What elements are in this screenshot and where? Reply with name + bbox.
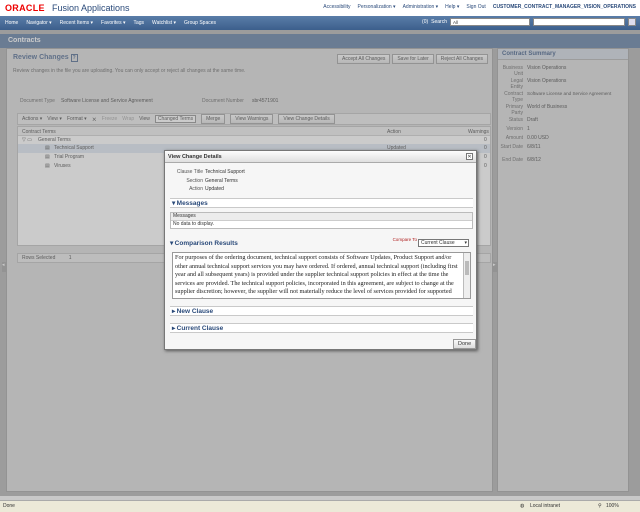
navigation-bar: Home Navigator ▾ Recent Items ▾ Favorite… [0, 16, 640, 30]
clause-title-value: Technical Support [205, 169, 245, 175]
top-bar: ORACLE Fusion Applications Accessibility… [0, 0, 640, 16]
messages-header[interactable]: ▾ Messages [170, 198, 473, 208]
nav-favorites[interactable]: Favorites ▾ [101, 20, 125, 26]
nav-items: Home Navigator ▾ Recent Items ▾ Favorite… [5, 20, 216, 26]
search-scope-select[interactable]: All [450, 18, 530, 26]
global-links: Accessibility Personalization ▾ Administ… [323, 4, 636, 10]
comparison-text-box[interactable]: For purposes of the ordering document, t… [172, 252, 471, 299]
oracle-logo: ORACLE [5, 3, 45, 13]
nav-tags[interactable]: Tags [133, 20, 144, 26]
messages-column-header: Messages [171, 213, 472, 221]
comparison-text: For purposes of the ordering document, t… [175, 254, 458, 298]
search-label: Search [431, 19, 447, 25]
zone-text: Local intranet [530, 503, 561, 509]
nav-recent-items[interactable]: Recent Items ▾ [60, 20, 93, 26]
zoom-icon[interactable]: ⚲ [598, 503, 602, 509]
status-text: Done [3, 503, 15, 509]
new-clause-title: New Clause [176, 308, 214, 315]
dialog-title: View Change Details [165, 151, 476, 163]
messages-table: Messages No data to display. [170, 212, 473, 229]
search-area: (0) Search All [422, 18, 636, 26]
clause-title-label: Clause Title [176, 169, 203, 175]
collapse-messages-icon[interactable]: ▾ [172, 200, 175, 207]
collapse-comparison-icon[interactable]: ▾ [170, 240, 173, 247]
zoom-level[interactable]: 100% [606, 503, 619, 509]
section-value: General Terms [205, 178, 238, 184]
comparison-scrollbar[interactable] [463, 253, 470, 298]
expand-new-clause-icon[interactable]: ▸ [172, 308, 175, 315]
action-label: Action [189, 186, 203, 192]
accessibility-link[interactable]: Accessibility [323, 4, 350, 10]
app-name: Fusion Applications [52, 3, 130, 13]
compare-to-label: Compare To [392, 237, 417, 242]
expand-current-clause-icon[interactable]: ▸ [172, 325, 175, 332]
current-clause-title: Current Clause [176, 325, 224, 332]
search-go-icon[interactable] [628, 18, 636, 26]
user-name: CUSTOMER_CONTRACT_MANAGER_VISION_OPERATI… [492, 4, 636, 10]
section-label: Section [186, 178, 203, 184]
personalization-menu[interactable]: Personalization ▾ [357, 4, 395, 10]
scrollbar-thumb[interactable] [465, 261, 469, 275]
sign-out-link[interactable]: Sign Out [466, 4, 485, 10]
notification-count[interactable]: (0) [422, 19, 428, 25]
nav-watchlist[interactable]: Watchlist ▾ [152, 20, 176, 26]
comparison-results-title: Comparison Results [174, 240, 238, 247]
nav-navigator[interactable]: Navigator ▾ [26, 20, 51, 26]
messages-title: Messages [176, 200, 208, 207]
browser-status-bar: Done ◍ Local intranet ⚲ 100% [0, 500, 640, 512]
current-clause-header[interactable]: ▸ Current Clause [170, 323, 473, 333]
administration-menu[interactable]: Administration ▾ [403, 4, 439, 10]
dropdown-arrow-icon: ▾ [464, 240, 467, 246]
nav-home[interactable]: Home [5, 20, 18, 26]
new-clause-header[interactable]: ▸ New Clause [170, 306, 473, 316]
view-change-details-dialog: View Change Details ✕ Clause Title Techn… [164, 150, 477, 350]
close-icon[interactable]: ✕ [466, 153, 473, 160]
action-value: Updated [205, 186, 224, 192]
compare-to-select[interactable]: Current Clause ▾ [418, 239, 469, 247]
nav-group-spaces[interactable]: Group Spaces [184, 20, 216, 26]
search-input[interactable] [533, 18, 625, 26]
globe-icon: ◍ [520, 503, 525, 509]
done-button[interactable]: Done [453, 339, 477, 349]
messages-empty: No data to display. [173, 221, 215, 227]
help-menu[interactable]: Help ▾ [445, 4, 459, 10]
